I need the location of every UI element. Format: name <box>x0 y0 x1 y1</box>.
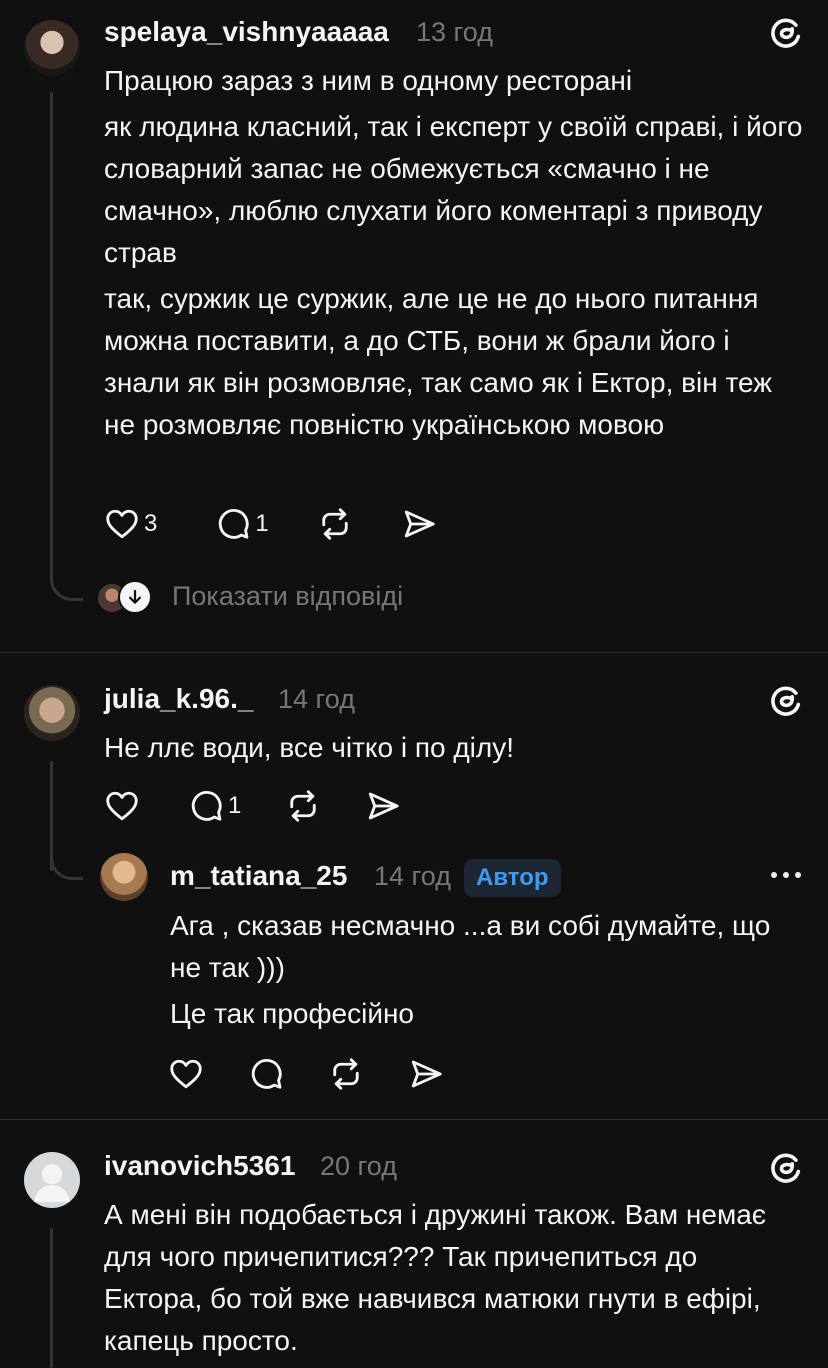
username[interactable]: spelaya_vishnyaaaaa <box>104 16 389 48</box>
share-button[interactable] <box>401 506 437 542</box>
thread-line <box>50 1228 53 1368</box>
reply-text: Ага , сказав несмачно ...а ви собі думай… <box>170 905 800 1035</box>
send-icon <box>408 1056 444 1092</box>
username[interactable]: ivanovich5361 <box>104 1150 295 1182</box>
timestamp: 14 год <box>278 684 355 714</box>
action-bar: 3 1 <box>104 506 477 542</box>
share-button[interactable] <box>365 788 401 824</box>
repost-button[interactable] <box>328 1056 364 1092</box>
repost-icon <box>317 506 353 542</box>
comment-text: Не ллє води, все чітко і по ділу! <box>104 732 515 763</box>
comment-paragraph: Працюю зараз з ним в одному ресторані <box>104 65 633 96</box>
like-count: 3 <box>144 510 158 537</box>
default-avatar-icon <box>34 1164 70 1202</box>
share-button[interactable] <box>408 1056 444 1092</box>
reply-button[interactable] <box>248 1056 284 1092</box>
reply-action-bar <box>168 1056 484 1092</box>
like-button[interactable] <box>168 1056 204 1092</box>
thread-line <box>50 92 53 552</box>
comment-bubble-icon <box>215 506 251 542</box>
timestamp: 20 год <box>320 1151 397 1181</box>
heart-icon <box>104 788 140 824</box>
reply-button[interactable]: 1 <box>215 506 269 542</box>
comment-paragraph: так, суржик це суржик, але це не до ньог… <box>104 283 772 440</box>
reply-button[interactable]: 1 <box>188 788 241 824</box>
avatar[interactable] <box>100 853 148 901</box>
repost-icon <box>328 1056 364 1092</box>
threads-logo-icon[interactable] <box>768 1149 804 1185</box>
comment-2: julia_k.96._ 14 год Не ллє води, все чіт… <box>0 653 828 1119</box>
heart-icon <box>104 506 140 542</box>
action-bar: 1 <box>104 788 441 824</box>
comment-text: А мені він подобається і дружині також. … <box>104 1199 767 1356</box>
send-icon <box>401 506 437 542</box>
arrow-down-icon <box>118 580 152 614</box>
thread-connector <box>50 548 83 601</box>
timestamp: 14 год <box>374 861 451 891</box>
comment-3: ivanovich5361 20 год А мені він подобаєт… <box>0 1120 828 1368</box>
reply-paragraph: Ага , сказав несмачно ...а ви собі думай… <box>170 910 771 983</box>
comment-text: Працюю зараз з ним в одному ресторані як… <box>104 60 804 446</box>
reply-count: 1 <box>255 510 269 537</box>
comment-bubble-icon <box>248 1056 284 1092</box>
username[interactable]: julia_k.96._ <box>104 683 253 715</box>
like-button[interactable]: 3 <box>104 506 157 542</box>
reply-avatars <box>96 580 152 614</box>
heart-icon <box>168 1056 204 1092</box>
send-icon <box>365 788 401 824</box>
like-button[interactable] <box>104 788 144 824</box>
repost-button[interactable] <box>285 788 321 824</box>
avatar[interactable] <box>24 1152 80 1208</box>
author-badge: Автор <box>464 859 561 897</box>
avatar[interactable] <box>24 685 80 741</box>
username[interactable]: m_tatiana_25 <box>170 860 347 892</box>
reply-count: 1 <box>228 792 242 819</box>
repost-icon <box>285 788 321 824</box>
more-dots-icon[interactable] <box>768 863 804 887</box>
comment-paragraph: як людина класний, так і експерт у своїй… <box>104 111 803 268</box>
thread-connector <box>50 851 83 880</box>
repost-button[interactable] <box>317 506 353 542</box>
avatar[interactable] <box>24 20 80 76</box>
reply-paragraph: Це так професійно <box>170 998 414 1029</box>
show-replies-button[interactable]: Показати відповіді <box>96 580 404 614</box>
comment-1: spelaya_vishnyaaaaa 13 год Працюю зараз … <box>0 0 828 652</box>
timestamp: 13 год <box>416 17 493 47</box>
comment-bubble-icon <box>188 788 224 824</box>
threads-logo-icon[interactable] <box>768 682 804 718</box>
show-replies-label: Показати відповіді <box>172 580 404 611</box>
threads-logo-icon[interactable] <box>768 14 804 50</box>
